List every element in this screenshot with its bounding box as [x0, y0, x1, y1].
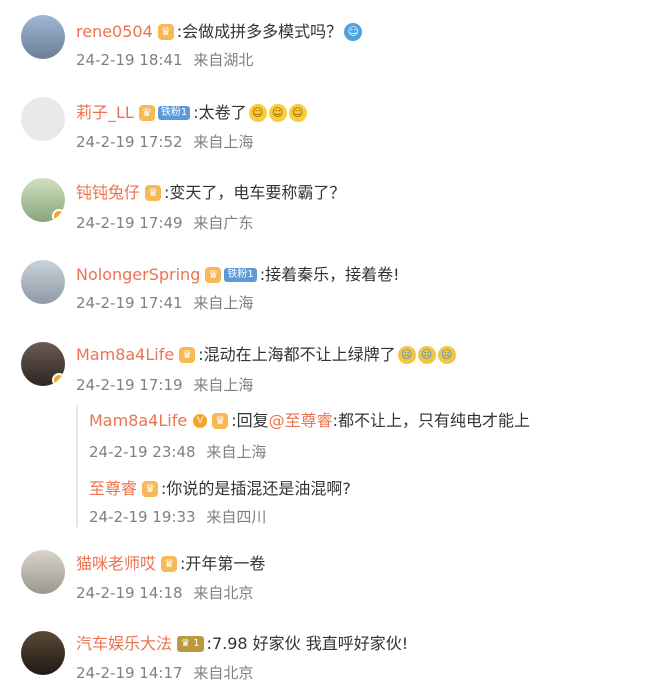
verified-icon [52, 209, 65, 222]
reply-prefix: :回复 [231, 411, 269, 430]
comment-location: 来自广东 [193, 214, 254, 232]
username-link[interactable]: 莉子_LL [76, 102, 134, 124]
username-link[interactable]: 猫咪老师哎 [76, 553, 156, 575]
avatar[interactable] [21, 178, 65, 222]
reply-location: 来自四川 [206, 508, 267, 526]
comment-item: 钝钝兔仔 ♛ :变天了，电车要称霸了？ 24-2-19 17:49 来自广东 [0, 160, 660, 240]
comment-text: :变天了，电车要称霸了？ [164, 183, 346, 202]
reply-location: 来自上海 [206, 443, 267, 461]
emoji-icon: ☺ [248, 104, 267, 122]
username-link[interactable]: NolongerSpring [76, 264, 200, 286]
avatar[interactable] [21, 260, 65, 304]
username-link[interactable]: rene0504 [76, 21, 153, 43]
comment-time: 24-2-19 14:18 [76, 584, 183, 602]
username-link[interactable]: Mam8a4Life [76, 344, 174, 366]
username-link[interactable]: 钝钝兔仔 [76, 182, 140, 204]
comment-location: 来自北京 [193, 664, 254, 682]
comment-location: 来自上海 [193, 294, 254, 312]
comment-time: 24-2-19 14:17 [76, 664, 183, 682]
comment-text: :开年第一卷 [180, 554, 266, 573]
reply-time: 24-2-19 23:48 [89, 443, 196, 461]
crown-badge-icon: ♛ [212, 413, 229, 429]
comment-location: 来自北京 [193, 584, 254, 602]
cry-icon: ☹ [417, 346, 436, 364]
reply-username-link[interactable]: 至尊睿 [89, 478, 137, 500]
comment-item: 莉子_LL ♛ 铁粉1 :太卷了 ☺ ☺ ☺ 24-2-19 17:52 来自上… [0, 80, 660, 160]
fan-level-badge: 铁粉1 [224, 268, 257, 282]
emoji-icon: ☺ [344, 23, 363, 41]
comment-item: Mam8a4Life ♛ :混动在上海都不让上绿牌了 ☹ ☹ ☹ 24-2-19… [0, 320, 660, 400]
avatar[interactable] [21, 15, 65, 59]
comment-location: 来自上海 [193, 133, 254, 151]
comment-time: 24-2-19 17:41 [76, 294, 183, 312]
crown-badge-icon: ♛ [142, 481, 159, 497]
comment-time: 24-2-19 18:41 [76, 51, 183, 69]
avatar[interactable] [21, 550, 65, 594]
reply-thread: Mam8a4Life V ♛ :回复 @至尊睿 :都不让上，只有纯电才能上 24… [76, 405, 638, 527]
fan-level-badge: 铁粉1 [157, 106, 191, 120]
reply-text: :你说的是插混还是油混啊? [161, 479, 351, 498]
comment-text: :太卷了 [193, 103, 247, 122]
emoji-icon: ☺ [268, 104, 287, 122]
comment-item: 汽车娱乐大法 ♛ 1 :7.98 好家伙 我直呼好家伙! 24-2-19 14:… [0, 618, 660, 699]
reply-text: :都不让上，只有纯电才能上 [332, 411, 531, 430]
comment-time: 24-2-19 17:52 [76, 133, 183, 151]
comment-text: :7.98 好家伙 我直呼好家伙! [206, 634, 409, 653]
vip-crown-badge: ♛ 1 [177, 636, 204, 652]
comment-item: rene0504 ♛ :会做成拼多多模式吗？ ☺ 24-2-19 18:41 来… [0, 0, 660, 80]
comment-time: 24-2-19 17:19 [76, 376, 183, 394]
comment-text: :混动在上海都不让上绿牌了 [198, 345, 396, 364]
cry-icon: ☹ [397, 346, 416, 364]
reply-username-link[interactable]: Mam8a4Life [89, 410, 187, 432]
mention-link[interactable]: @至尊睿 [269, 410, 333, 432]
vip-level: 1 [193, 638, 200, 649]
comment-text: :接着秦乐，接着卷! [259, 265, 400, 284]
comment-location: 来自湖北 [193, 51, 254, 69]
verified-icon [52, 373, 65, 386]
avatar[interactable] [21, 342, 65, 386]
emoji-icon: ☺ [288, 104, 307, 122]
comment-item: NolongerSpring ♛ 铁粉1 :接着秦乐，接着卷! 24-2-19 … [0, 240, 660, 320]
avatar[interactable] [21, 97, 65, 141]
crown-badge-icon: ♛ [161, 556, 178, 572]
crown-badge-icon: ♛ [179, 347, 196, 363]
username-link[interactable]: 汽车娱乐大法 [76, 633, 172, 655]
avatar[interactable] [21, 631, 65, 675]
crown-badge-icon: ♛ [157, 24, 174, 40]
crown-badge-icon: ♛ [138, 105, 155, 121]
comment-location: 来自上海 [193, 376, 254, 394]
reply-time: 24-2-19 19:33 [89, 508, 196, 526]
comment-text: :会做成拼多多模式吗？ [176, 22, 343, 41]
crown-badge-icon: ♛ [145, 185, 162, 201]
verified-icon: V [193, 414, 208, 428]
crown-badge-icon: ♛ [205, 267, 222, 283]
comment-time: 24-2-19 17:49 [76, 214, 183, 232]
cry-icon: ☹ [437, 346, 456, 364]
comment-item: 猫咪老师哎 ♛ :开年第一卷 24-2-19 14:18 来自北京 [0, 540, 660, 618]
